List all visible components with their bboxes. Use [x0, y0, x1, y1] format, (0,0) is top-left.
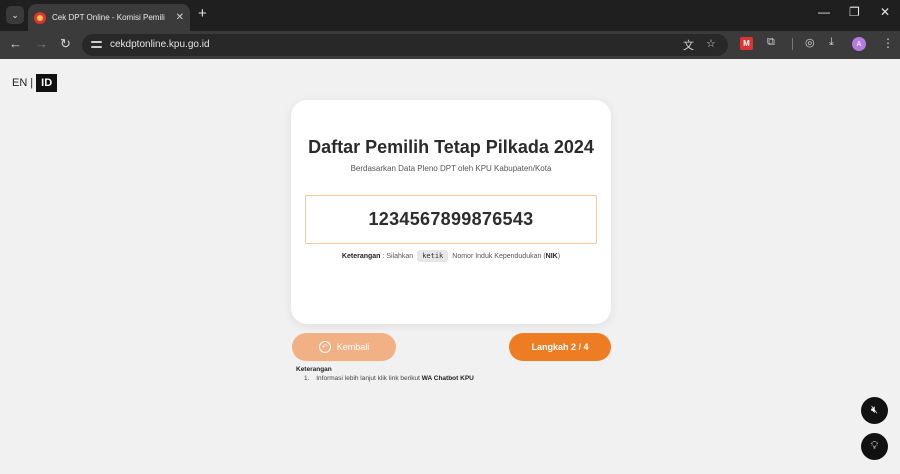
kpu-favicon-icon — [34, 11, 46, 24]
site-info-icon[interactable] — [91, 39, 102, 50]
notes-item: 1. Informasi lebih lanjut klik link beri… — [304, 375, 474, 382]
page-subtitle: Berdasarkan Data Pleno DPT oleh KPU Kabu… — [350, 164, 552, 173]
tab-title: Cek DPT Online - Komisi Pemili — [52, 13, 165, 22]
lightbulb-icon[interactable]: 💡︎ — [861, 433, 888, 460]
mute-speaker-icon[interactable]: 🔇︎ — [861, 397, 888, 424]
browser-tab-bar: ⌄ Cek DPT Online - Komisi Pemili ✕ + — ❐… — [0, 0, 900, 31]
nik-input[interactable] — [305, 195, 597, 244]
tab-search-icon[interactable]: ⌄ — [6, 6, 24, 24]
reload-icon[interactable]: ↻ — [60, 36, 71, 52]
forward-arrow-icon[interactable]: → — [35, 36, 48, 51]
next-button-label: Langkah 2 / 4 — [531, 342, 589, 352]
download-icon[interactable]: ⤓ — [829, 36, 834, 49]
back-button-label: Kembali — [336, 342, 370, 352]
profile-avatar[interactable]: A — [852, 37, 866, 51]
lang-id-option[interactable]: ID — [36, 74, 58, 92]
dpt-search-card: Daftar Pemilih Tetap Pilkada 2024 Berdas… — [291, 100, 611, 324]
window-close-icon[interactable]: ✕ — [880, 5, 890, 19]
address-bar[interactable]: cekdptonline.kpu.go.id 文 ☆ — [82, 34, 728, 56]
url-text[interactable]: cekdptonline.kpu.go.id — [110, 39, 210, 50]
back-button[interactable]: ↶ Kembali — [292, 333, 396, 361]
next-step-button[interactable]: Langkah 2 / 4 — [509, 333, 611, 361]
bookmark-star-icon[interactable]: ☆ — [706, 37, 716, 50]
toolbar-divider — [792, 38, 793, 50]
back-circle-icon: ↶ — [318, 341, 331, 353]
hint-mid: Nomor Induk Kependudukan ( — [452, 252, 546, 260]
new-tab-icon[interactable]: + — [198, 5, 207, 22]
translate-icon[interactable]: 文 — [683, 37, 694, 53]
language-switcher: EN | ID — [12, 74, 58, 92]
extensions-puzzle-icon[interactable]: ⧉ — [767, 36, 775, 49]
restore-icon[interactable]: ❐ — [849, 5, 860, 19]
notes-title: Keterangan — [296, 366, 332, 373]
extension-icon[interactable]: M — [740, 37, 753, 50]
minimize-icon[interactable]: — — [818, 5, 830, 19]
back-arrow-icon[interactable]: ← — [9, 36, 22, 51]
lang-en-option[interactable]: EN — [12, 77, 27, 89]
hint-label: Keterangan — [341, 252, 381, 260]
notes-section: Keterangan 1. Informasi lebih lanjut kli… — [296, 366, 474, 382]
lang-separator: | — [30, 77, 34, 89]
media-control-icon[interactable]: ◎ — [805, 36, 815, 49]
hint-keyword: ketik — [417, 250, 449, 262]
page-title: Daftar Pemilih Tetap Pilkada 2024 — [308, 137, 594, 157]
browser-tab[interactable]: Cek DPT Online - Komisi Pemili ✕ — [28, 4, 190, 31]
wa-chatbot-link[interactable]: WA Chatbot KPU — [422, 375, 474, 382]
nik-hint: Keterangan : Silahkan ketik Nomor Induk … — [291, 250, 611, 262]
notes-item-text: Informasi lebih lanjut klik link berikut — [316, 375, 420, 382]
hint-pre: : Silahkan — [382, 252, 414, 260]
tab-close-icon[interactable]: ✕ — [176, 12, 184, 23]
hint-end: ) — [557, 252, 561, 260]
browser-toolbar: ← → ↻ cekdptonline.kpu.go.id 文 ☆ — [0, 31, 900, 59]
hint-nik: NIK — [545, 252, 558, 260]
browser-menu-icon[interactable]: ⋮ — [882, 36, 894, 50]
notes-item-number: 1. — [304, 375, 310, 382]
